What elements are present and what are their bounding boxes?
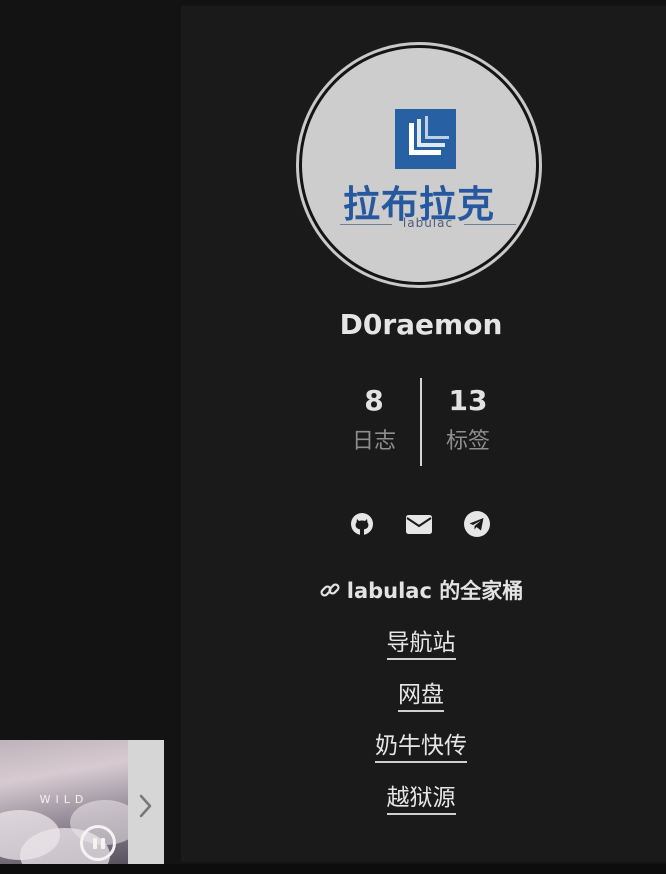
pause-bar bbox=[101, 838, 105, 849]
stat-tags-count: 13 bbox=[448, 384, 488, 417]
logo-english-row: labulac bbox=[340, 216, 516, 232]
stats-divider bbox=[420, 378, 422, 466]
envelope-icon[interactable] bbox=[405, 510, 433, 538]
logo-english-text: labulac bbox=[402, 216, 454, 230]
link-icon bbox=[320, 583, 340, 597]
site-author-avatar[interactable]: 拉布拉克 labulac bbox=[296, 42, 542, 288]
link-navigation[interactable]: 导航站 bbox=[386, 630, 456, 660]
album-cover[interactable]: WILD bbox=[0, 740, 128, 872]
album-cover-title: WILD bbox=[39, 793, 89, 806]
stat-tags[interactable]: 13 标签 bbox=[433, 380, 503, 462]
player-expand-button[interactable] bbox=[128, 740, 164, 872]
logo-mark-icon bbox=[395, 109, 456, 169]
github-icon[interactable] bbox=[348, 510, 376, 538]
stat-posts-label: 日志 bbox=[351, 429, 396, 454]
logo-divider-right bbox=[464, 224, 516, 225]
links-title: labulac 的全家桶 bbox=[181, 575, 661, 607]
link-item-cloud-drive: 网盘 bbox=[181, 678, 661, 712]
site-author-name: D0raemon bbox=[339, 308, 503, 341]
pause-icon[interactable] bbox=[80, 825, 116, 861]
music-player: WILD bbox=[0, 740, 164, 872]
pause-bar bbox=[93, 838, 97, 849]
stat-posts[interactable]: 8 日志 bbox=[339, 380, 409, 462]
stat-posts-count: 8 bbox=[364, 384, 384, 417]
link-cloud-drive[interactable]: 网盘 bbox=[398, 682, 444, 712]
telegram-icon[interactable] bbox=[463, 510, 491, 538]
chevron-right-icon bbox=[139, 794, 152, 818]
link-item-cowtransfer: 奶牛快传 bbox=[181, 729, 661, 763]
link-jailbreak-repo[interactable]: 越狱源 bbox=[386, 785, 456, 815]
stat-tags-label: 标签 bbox=[445, 429, 490, 454]
avatar-logo: 拉布拉克 labulac bbox=[302, 48, 536, 282]
page: 拉布拉克 labulac D0raemon 8 日志 13 标签 labulac… bbox=[0, 0, 666, 874]
link-item-navigation: 导航站 bbox=[181, 626, 661, 660]
links-title-text: labulac 的全家桶 bbox=[346, 579, 524, 603]
link-item-jailbreak-repo: 越狱源 bbox=[181, 781, 661, 815]
bottom-strip bbox=[0, 864, 666, 874]
link-cowtransfer[interactable]: 奶牛快传 bbox=[375, 733, 467, 763]
